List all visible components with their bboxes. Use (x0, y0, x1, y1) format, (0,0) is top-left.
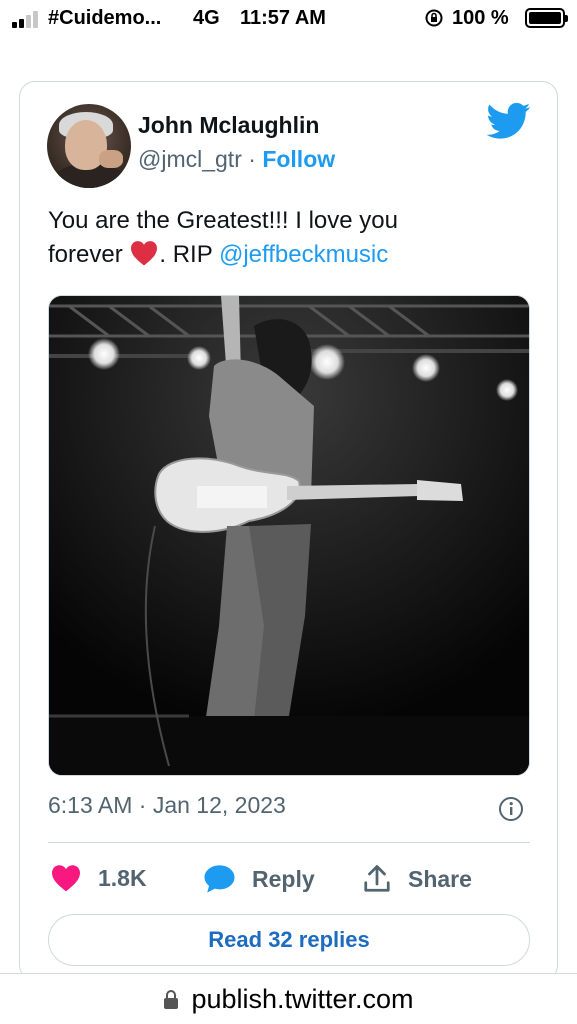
battery-percent: 100 % (452, 7, 509, 29)
battery-icon (525, 8, 568, 28)
tweet-text: You are the Greatest!!! I love you forev… (48, 204, 528, 272)
network-type: 4G (193, 7, 220, 29)
share-button[interactable]: Share (362, 864, 472, 894)
like-button[interactable]: 1.8K (50, 864, 147, 892)
author-name[interactable]: John Mclaughlin (138, 112, 319, 139)
share-label: Share (408, 865, 472, 892)
speech-bubble-icon (204, 865, 235, 893)
red-heart-emoji-icon (131, 241, 158, 266)
divider (48, 842, 530, 843)
heart-icon (52, 865, 80, 892)
tweet-actions: 1.8K Reply Share (48, 856, 530, 902)
tweet-photo[interactable] (48, 295, 530, 776)
guitarist-photo-image (49, 296, 529, 775)
tweet-card: John Mclaughlin @jmcl_gtr · Follow You a… (19, 81, 558, 981)
status-bar: #Cuidemo... 4G 11:57 AM 100 % (0, 0, 577, 38)
clock: 11:57 AM (240, 7, 326, 29)
mention-link[interactable]: @jeffbeckmusic (219, 241, 388, 268)
signal-strength-icon (12, 10, 42, 28)
reply-button[interactable]: Reply (203, 864, 315, 894)
carrier-name: #Cuidemo... (48, 7, 162, 29)
separator-dot: · (248, 146, 256, 172)
info-icon[interactable] (498, 796, 524, 822)
share-icon (364, 865, 390, 892)
tweet-text-line1: You are the Greatest!!! I love you (48, 207, 398, 234)
likes-count: 1.8K (98, 864, 147, 891)
rotation-lock-icon (425, 9, 443, 27)
read-replies-button[interactable]: Read 32 replies (48, 914, 530, 966)
lock-icon (164, 990, 179, 1009)
reply-label: Reply (252, 865, 315, 892)
author-handle[interactable]: @jmcl_gtr (138, 146, 242, 172)
twitter-bird-icon[interactable] (487, 102, 531, 140)
browser-url-bar[interactable]: publish.twitter.com (0, 973, 577, 1024)
author-handle-row: @jmcl_gtr · Follow (138, 146, 335, 173)
tweet-timestamp[interactable]: 6:13 AM · Jan 12, 2023 (48, 792, 286, 819)
url-text: publish.twitter.com (191, 983, 414, 1014)
follow-button[interactable]: Follow (262, 146, 335, 172)
tweet-text-line2-start: forever (48, 241, 130, 268)
avatar[interactable] (47, 104, 131, 188)
tweet-text-line2-mid: . RIP (159, 241, 219, 268)
